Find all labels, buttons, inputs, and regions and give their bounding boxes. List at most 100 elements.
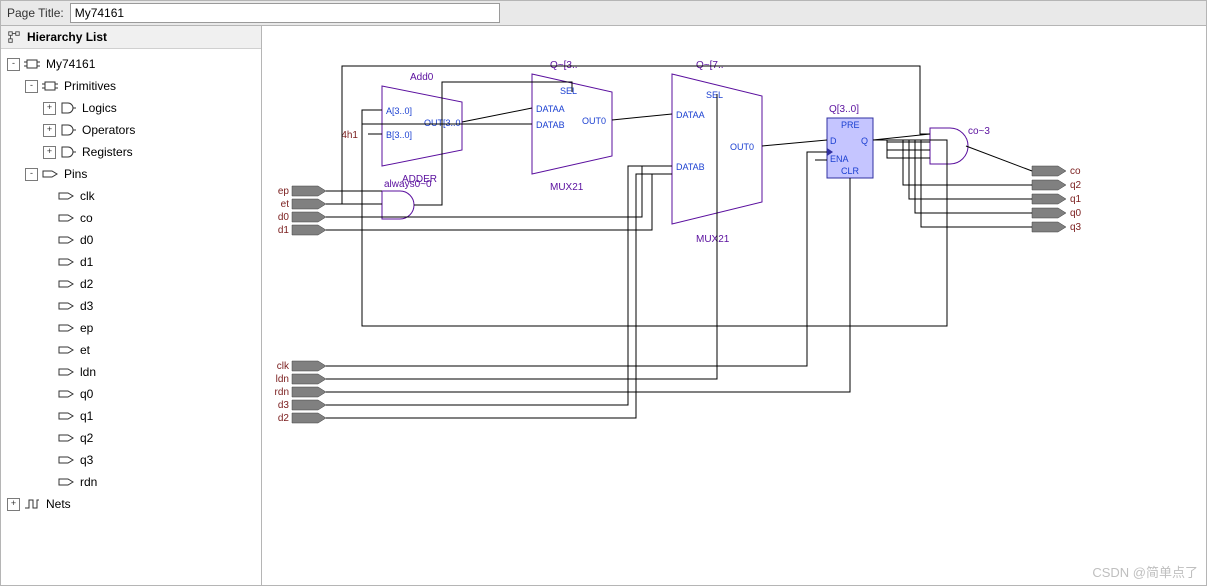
tree-item-et[interactable]: et xyxy=(3,339,259,361)
input-pin-clk[interactable] xyxy=(292,361,326,371)
tree-item-label: clk xyxy=(78,189,97,203)
tree-item-q0[interactable]: q0 xyxy=(3,383,259,405)
schematic-canvas[interactable]: epetd0d1clkldnrdnd3d2coq2q1q0q3Add0A[3..… xyxy=(262,26,1206,585)
pin-icon xyxy=(58,343,74,357)
svg-text:rdn: rdn xyxy=(275,387,289,398)
tree-item-ldn[interactable]: ldn xyxy=(3,361,259,383)
hierarchy-icon xyxy=(7,30,21,44)
input-pin-d2[interactable] xyxy=(292,413,326,423)
svg-text:q0: q0 xyxy=(1070,208,1082,219)
tree-item-d1[interactable]: d1 xyxy=(3,251,259,273)
svg-text:OUT0: OUT0 xyxy=(730,142,754,152)
tree-item-logics[interactable]: +Logics xyxy=(3,97,259,119)
tree-item-q1[interactable]: q1 xyxy=(3,405,259,427)
tree-item-label: ep xyxy=(78,321,95,335)
svg-text:Q: Q xyxy=(861,136,868,146)
hierarchy-panel-header: Hierarchy List xyxy=(1,26,261,49)
svg-text:MUX21: MUX21 xyxy=(550,182,584,193)
pin-icon xyxy=(58,475,74,489)
page-title-label: Page Title: xyxy=(7,6,64,20)
app-root: Page Title: Hierarchy List -My74161-Prim… xyxy=(0,0,1207,586)
page-title-input[interactable] xyxy=(70,3,500,23)
input-pin-d0[interactable] xyxy=(292,212,326,222)
output-pin-co[interactable] xyxy=(1032,166,1066,176)
collapse-icon[interactable]: - xyxy=(7,58,20,71)
svg-text:et: et xyxy=(281,199,290,210)
pin-icon xyxy=(42,167,58,181)
tree-item-label: et xyxy=(78,343,92,357)
svg-text:clk: clk xyxy=(277,361,290,372)
chip-icon xyxy=(42,79,58,93)
input-pin-ldn[interactable] xyxy=(292,374,326,384)
tree-item-root[interactable]: - My74161 xyxy=(3,53,259,75)
tree-item-label: co xyxy=(78,211,95,225)
tree-item-co[interactable]: co xyxy=(3,207,259,229)
output-pin-q3[interactable] xyxy=(1032,222,1066,232)
tree-spacer xyxy=(43,455,54,466)
tree-item-q2[interactable]: q2 xyxy=(3,427,259,449)
svg-text:MUX21: MUX21 xyxy=(696,234,730,245)
tree-item-label: q3 xyxy=(78,453,95,467)
tree-item-label: d3 xyxy=(78,299,95,313)
svg-text:always0~0: always0~0 xyxy=(384,179,432,190)
tree-item-nets[interactable]: +Nets xyxy=(3,493,259,515)
schematic-svg[interactable]: epetd0d1clkldnrdnd3d2coq2q1q0q3Add0A[3..… xyxy=(262,26,1202,585)
svg-text:ep: ep xyxy=(278,186,290,197)
tree-spacer xyxy=(43,301,54,312)
pin-icon xyxy=(58,233,74,247)
input-pin-rdn[interactable] xyxy=(292,387,326,397)
input-pin-et[interactable] xyxy=(292,199,326,209)
svg-text:SEL: SEL xyxy=(706,90,723,100)
svg-text:B[3..0]: B[3..0] xyxy=(386,130,412,140)
tree-item-prim[interactable]: -Primitives xyxy=(3,75,259,97)
svg-text:Q[3..0]: Q[3..0] xyxy=(829,104,859,115)
expand-icon[interactable]: + xyxy=(43,102,56,115)
svg-text:Add0: Add0 xyxy=(410,72,434,83)
tree-spacer xyxy=(43,279,54,290)
expand-icon[interactable]: + xyxy=(43,124,56,137)
tree-item-ops[interactable]: +Operators xyxy=(3,119,259,141)
pin-icon xyxy=(58,189,74,203)
output-pin-q0[interactable] xyxy=(1032,208,1066,218)
svg-text:DATAB: DATAB xyxy=(536,120,565,130)
pin-icon xyxy=(58,255,74,269)
collapse-icon[interactable]: - xyxy=(25,80,38,93)
input-pin-ep[interactable] xyxy=(292,186,326,196)
tree-spacer xyxy=(43,389,54,400)
tree-item-label: ldn xyxy=(78,365,98,379)
output-pin-q1[interactable] xyxy=(1032,194,1066,204)
pin-icon xyxy=(58,299,74,313)
expand-icon[interactable]: + xyxy=(43,146,56,159)
chip-icon xyxy=(24,57,40,71)
tree-item-ep[interactable]: ep xyxy=(3,317,259,339)
collapse-icon[interactable]: - xyxy=(25,168,38,181)
tree-spacer xyxy=(43,477,54,488)
tree-spacer xyxy=(43,213,54,224)
tree-item-rdn[interactable]: rdn xyxy=(3,471,259,493)
gate-icon xyxy=(60,145,76,159)
hierarchy-panel-title: Hierarchy List xyxy=(27,30,107,44)
tree-item-d0[interactable]: d0 xyxy=(3,229,259,251)
tree-spacer xyxy=(43,367,54,378)
input-pin-d3[interactable] xyxy=(292,400,326,410)
tree-item-d2[interactable]: d2 xyxy=(3,273,259,295)
tree-item-q3[interactable]: q3 xyxy=(3,449,259,471)
tree-spacer xyxy=(43,191,54,202)
input-pin-d1[interactable] xyxy=(292,225,326,235)
tree-item-label: My74161 xyxy=(44,57,97,71)
pin-icon xyxy=(58,277,74,291)
tree-item-pins[interactable]: -Pins xyxy=(3,163,259,185)
tree-item-clk[interactable]: clk xyxy=(3,185,259,207)
hierarchy-tree[interactable]: -My74161-Primitives+Logics+Operators+Reg… xyxy=(1,49,261,585)
tree-spacer xyxy=(43,433,54,444)
svg-text:A[3..0]: A[3..0] xyxy=(386,106,412,116)
pin-icon xyxy=(58,365,74,379)
output-pin-q2[interactable] xyxy=(1032,180,1066,190)
tree-item-regs[interactable]: +Registers xyxy=(3,141,259,163)
tree-item-d3[interactable]: d3 xyxy=(3,295,259,317)
and-always-block[interactable] xyxy=(382,191,414,219)
expand-icon[interactable]: + xyxy=(7,498,20,511)
titlebar: Page Title: xyxy=(1,1,1206,26)
and-co-block[interactable] xyxy=(930,128,968,164)
svg-text:co~3: co~3 xyxy=(968,126,990,137)
